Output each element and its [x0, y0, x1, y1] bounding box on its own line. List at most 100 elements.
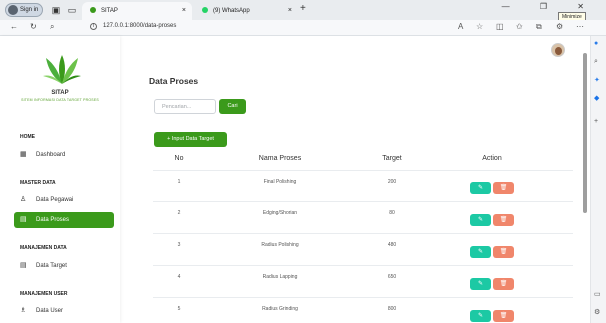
- copilot-icon[interactable]: ●: [594, 40, 598, 47]
- cell-nama-proses: Radius Lapping: [262, 274, 298, 280]
- trash-icon: 🗑: [499, 217, 508, 223]
- address-bar: ← ↻ ⌕ i 127.0.0.1:8000/data-proses A ☆ ◫ …: [0, 20, 606, 36]
- cell-nama-proses: Edging/Shorian: [262, 210, 298, 216]
- info-icon[interactable]: i: [90, 23, 97, 30]
- cell-target: 650: [387, 274, 397, 280]
- tab-actions-icon[interactable]: ▭: [66, 4, 78, 16]
- scrollbar-thumb[interactable]: [583, 53, 587, 213]
- sidebar-item-data-pegawai[interactable]: ♙ Data Pegawai: [14, 192, 114, 208]
- app-sidebar: SITAP SITEM INFORMASI DATA TARGET PROSES…: [0, 36, 120, 323]
- edit-button[interactable]: ✎: [470, 278, 491, 290]
- cell-no: 4: [177, 274, 181, 280]
- sign-in-button[interactable]: Sign in: [5, 3, 43, 17]
- trash-icon: 🗑: [499, 249, 508, 255]
- table-icon: ▤: [20, 262, 27, 269]
- edit-button[interactable]: ✎: [470, 310, 491, 322]
- browser-side-panel: ● ⌕ ✦ ◆ + ▭ ⚙: [590, 36, 606, 323]
- users-icon: ♗: [20, 307, 27, 314]
- refresh-icon[interactable]: ↻: [30, 22, 37, 31]
- cell-nama-proses: Radius Grinding: [262, 306, 298, 312]
- close-tab-icon[interactable]: ×: [288, 2, 292, 20]
- close-tab-icon[interactable]: ×: [182, 2, 186, 20]
- brand-name: SITAP: [51, 90, 69, 96]
- section-master-data: MASTER DATA: [20, 180, 56, 186]
- brand-subtitle: SITEM INFORMASI DATA TARGET PROSES: [21, 98, 99, 102]
- cell-nama-proses: Radius Polishing: [261, 242, 299, 248]
- column-header-nama-proses: Nama Proses: [258, 155, 302, 162]
- cell-target: 200: [387, 179, 397, 185]
- sidebar-toggle-icon[interactable]: ▭: [594, 290, 601, 298]
- cell-no: 1: [177, 179, 181, 185]
- page-scrollbar[interactable]: [582, 40, 588, 320]
- sitap-logo-icon: [43, 55, 81, 84]
- delete-button[interactable]: 🗑: [493, 278, 514, 290]
- grid-icon: ▦: [20, 151, 27, 158]
- outlook-icon[interactable]: ◆: [594, 94, 599, 102]
- cell-target: 480: [387, 242, 397, 248]
- page-title: Data Proses: [149, 76, 199, 86]
- cell-target: 800: [387, 306, 397, 312]
- table-divider: [153, 233, 573, 234]
- pencil-icon: ✎: [477, 185, 484, 191]
- workspaces-icon[interactable]: ▣: [50, 4, 62, 16]
- settings-icon[interactable]: ⚙: [594, 308, 600, 316]
- table-divider: [153, 201, 573, 202]
- sitap-favicon-icon: [90, 7, 96, 14]
- trash-icon: 🗑: [499, 281, 508, 287]
- tab-sitap[interactable]: SITAP ×: [82, 2, 192, 20]
- pencil-icon: ✎: [477, 281, 484, 287]
- url-field[interactable]: i 127.0.0.1:8000/data-proses: [90, 23, 176, 30]
- tab-title: SITAP: [101, 8, 118, 14]
- column-header-target: Target: [382, 155, 402, 162]
- favorites-icon[interactable]: ✩: [516, 22, 523, 31]
- add-data-target-button[interactable]: + Input Data Target: [154, 132, 227, 147]
- sign-in-label: Sign in: [20, 7, 39, 13]
- table-divider: [153, 170, 573, 171]
- favorite-icon[interactable]: ☆: [476, 22, 483, 31]
- sidebar-item-data-target[interactable]: ▤ Data Target: [14, 258, 114, 274]
- edit-button[interactable]: ✎: [470, 246, 491, 258]
- list-icon: ▤: [20, 216, 27, 223]
- sidebar-item-data-proses[interactable]: ▤ Data Proses: [14, 212, 114, 228]
- cell-target: 80: [389, 210, 395, 216]
- sidebar-item-label: Data User: [36, 308, 64, 314]
- url-text: 127.0.0.1:8000/data-proses: [103, 23, 177, 29]
- sidebar-item-dashboard[interactable]: ▦ Dashboard: [14, 147, 114, 163]
- search-icon[interactable]: ⌕: [594, 58, 598, 66]
- extensions-icon[interactable]: ⚙: [556, 22, 563, 31]
- search-input[interactable]: [154, 99, 216, 114]
- column-header-action: Action: [482, 155, 502, 162]
- delete-button[interactable]: 🗑: [493, 246, 514, 258]
- window-controls[interactable]: — ❐ ✕: [502, 2, 598, 11]
- add-icon[interactable]: +: [594, 118, 598, 125]
- pencil-icon: ✎: [477, 313, 484, 319]
- sidebar-item-label: Dashboard: [36, 152, 66, 158]
- read-aloud-icon[interactable]: A: [458, 22, 463, 31]
- profile-icon: [8, 5, 18, 15]
- tab-whatsapp[interactable]: (9) WhatsApp ×: [194, 2, 298, 20]
- sidebar-item-data-user[interactable]: ♗ Data User: [14, 303, 114, 319]
- avatar[interactable]: [551, 43, 565, 57]
- cell-no: 3: [177, 242, 181, 248]
- more-icon[interactable]: ⋯: [576, 22, 584, 31]
- tools-icon[interactable]: ✦: [594, 76, 600, 84]
- tab-title: (9) WhatsApp: [213, 8, 250, 14]
- back-icon[interactable]: ←: [10, 22, 18, 31]
- edit-button[interactable]: ✎: [470, 214, 491, 226]
- delete-button[interactable]: 🗑: [493, 214, 514, 226]
- edit-button[interactable]: ✎: [470, 182, 491, 194]
- new-tab-button[interactable]: +: [300, 3, 306, 14]
- delete-button[interactable]: 🗑: [493, 182, 514, 194]
- cell-no: 5: [177, 306, 181, 312]
- search-button[interactable]: Cari: [219, 99, 246, 114]
- search-icon[interactable]: ⌕: [50, 22, 54, 32]
- table-divider: [153, 297, 573, 298]
- delete-button[interactable]: 🗑: [493, 310, 514, 322]
- cell-no: 2: [177, 210, 181, 216]
- pencil-icon: ✎: [477, 249, 484, 255]
- sidebar-item-label: Data Pegawai: [36, 197, 74, 203]
- section-manajemen-data: MANAJEMEN DATA: [20, 245, 67, 251]
- split-screen-icon[interactable]: ◫: [496, 22, 504, 31]
- sidebar-item-label: Data Target: [36, 263, 67, 269]
- collections-icon[interactable]: ⧉: [536, 22, 542, 32]
